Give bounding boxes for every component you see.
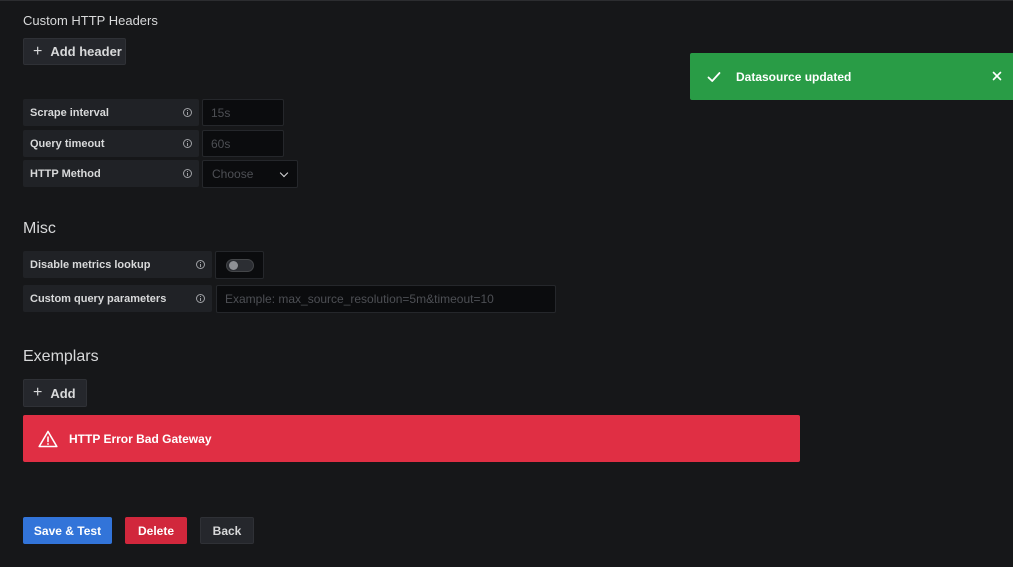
http-method-label: HTTP Method — [23, 160, 199, 187]
datasource-settings-page: Custom HTTP Headers + Add header Scrape … — [0, 0, 1013, 567]
plus-icon: + — [33, 384, 43, 401]
http-method-select[interactable]: Choose — [202, 160, 298, 188]
chevron-down-icon — [279, 168, 289, 177]
close-icon[interactable] — [990, 69, 1004, 83]
error-alert: HTTP Error Bad Gateway — [23, 415, 800, 462]
toggle-knob — [229, 261, 238, 270]
plus-icon: + — [33, 42, 43, 60]
error-alert-message: HTTP Error Bad Gateway — [69, 431, 212, 446]
query-timeout-input[interactable]: 60s — [202, 130, 284, 157]
success-toast: Datasource updated — [690, 53, 1013, 100]
back-button[interactable]: Back — [200, 517, 254, 544]
disable-metrics-lookup-toggle-container — [215, 251, 264, 279]
add-exemplar-label: Add — [50, 385, 76, 401]
custom-http-headers-title: Custom HTTP Headers — [23, 13, 158, 28]
add-exemplar-button[interactable]: + Add — [23, 379, 87, 407]
add-header-label: Add header — [50, 44, 122, 59]
info-icon[interactable] — [183, 139, 192, 148]
disable-metrics-lookup-label: Disable metrics lookup — [23, 251, 212, 278]
scrape-interval-label: Scrape interval — [23, 99, 199, 126]
delete-button[interactable]: Delete — [125, 517, 187, 544]
misc-title: Misc — [23, 220, 56, 237]
info-icon[interactable] — [183, 169, 192, 178]
exemplars-title: Exemplars — [23, 348, 99, 365]
query-timeout-label: Query timeout — [23, 130, 199, 157]
check-icon — [707, 71, 721, 82]
info-icon[interactable] — [183, 108, 192, 117]
add-header-button[interactable]: + Add header — [23, 38, 126, 65]
warning-icon — [38, 430, 58, 447]
disable-metrics-lookup-toggle[interactable] — [226, 259, 254, 272]
custom-query-parameters-label: Custom query parameters — [23, 285, 212, 312]
info-icon[interactable] — [196, 294, 205, 303]
custom-query-parameters-input[interactable]: Example: max_source_resolution=5m&timeou… — [216, 285, 556, 313]
save-test-button[interactable]: Save & Test — [23, 517, 112, 544]
success-toast-message: Datasource updated — [736, 69, 852, 84]
info-icon[interactable] — [196, 260, 205, 269]
scrape-interval-input[interactable]: 15s — [202, 99, 284, 126]
